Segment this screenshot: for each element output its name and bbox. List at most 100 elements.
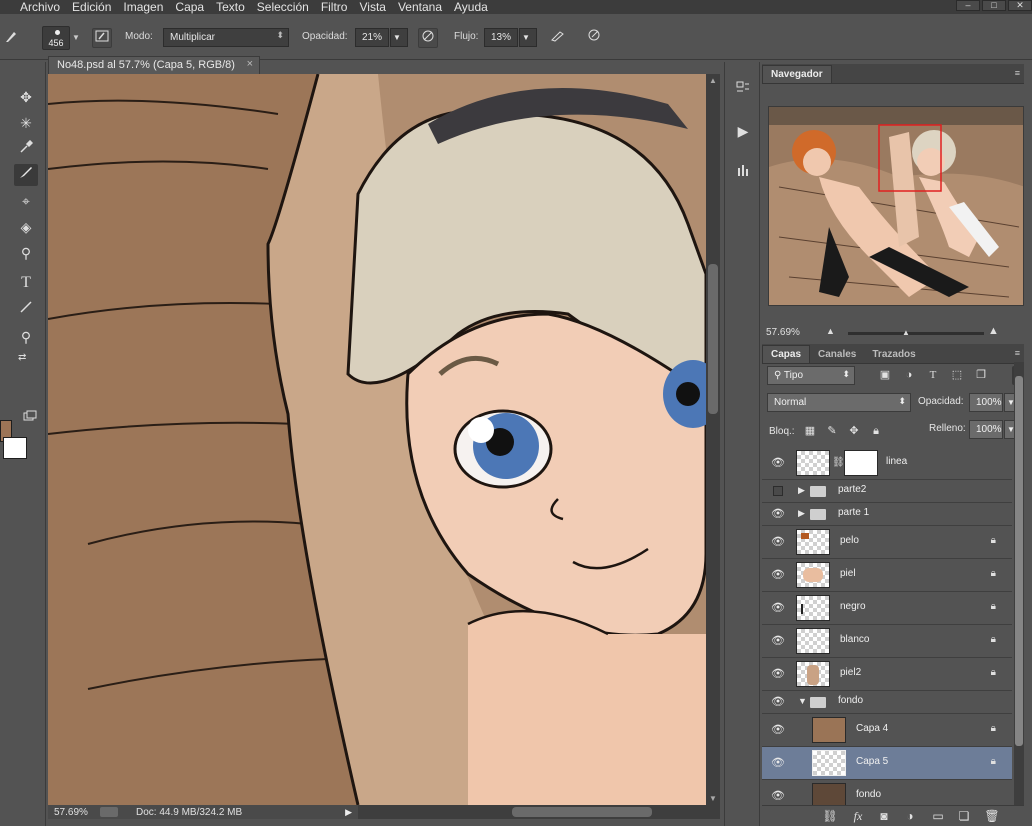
slider-knob[interactable]: ▲ — [902, 328, 910, 337]
zoom-in-icon[interactable]: ▲ — [988, 325, 999, 337]
layer-row[interactable]: 👁︎ piel2 🔒︎ — [762, 658, 1012, 691]
panel-menu-icon[interactable]: ≡ — [1015, 68, 1020, 78]
tool-presets-icon[interactable] — [731, 162, 755, 184]
chevron-right-icon[interactable]: ▶ — [798, 508, 805, 519]
layer-name[interactable]: Capa 5 — [856, 756, 888, 767]
clone-stamp-icon[interactable]: ⌖ — [14, 190, 38, 212]
adjustment-icon[interactable]: ◑ — [902, 808, 918, 824]
layer-row[interactable]: 👁︎ piel 🔒︎ — [762, 559, 1012, 592]
tab-trazados[interactable]: Trazados — [864, 346, 923, 363]
status-icon[interactable] — [100, 807, 118, 817]
line-icon[interactable] — [14, 298, 38, 320]
panel-menu-icon[interactable]: ≡ — [1015, 348, 1020, 358]
background-color-swatch[interactable] — [3, 437, 27, 459]
scroll-thumb[interactable] — [708, 264, 718, 414]
scroll-thumb[interactable] — [1015, 376, 1023, 746]
minimize-icon[interactable]: – — [956, 0, 980, 11]
layer-name[interactable]: pelo — [840, 535, 859, 546]
eyedropper-icon[interactable] — [14, 138, 38, 160]
layer-row[interactable]: 👁︎ blanco 🔒︎ — [762, 625, 1012, 658]
layer-name[interactable]: parte 1 — [838, 507, 869, 518]
tab-navegador[interactable]: Navegador — [762, 65, 832, 83]
flow-dropdown[interactable]: ▼ — [519, 28, 537, 47]
eye-icon[interactable]: 👁︎ — [770, 723, 786, 737]
opacity-input[interactable]: 21% — [355, 28, 389, 47]
mode-select[interactable]: Multiplicar ⬍ — [163, 28, 289, 47]
history-icon[interactable] — [731, 80, 755, 102]
layer-row-selected[interactable]: 👁︎ Capa 5 🔒︎ — [762, 747, 1012, 780]
navigator-preview[interactable] — [768, 106, 1024, 306]
opacity-dropdown[interactable]: ▼ — [390, 28, 408, 47]
flow-input[interactable]: 13% — [484, 28, 518, 47]
eye-icon[interactable]: 👁︎ — [770, 535, 786, 549]
eye-icon[interactable]: 👁︎ — [770, 568, 786, 582]
lock-all-icon[interactable]: 🔒︎ — [868, 423, 884, 439]
zoom-out-icon[interactable]: ▲ — [826, 326, 835, 336]
eye-icon[interactable]: 👁︎ — [770, 634, 786, 648]
layer-name[interactable]: linea — [886, 456, 907, 467]
zoom-icon[interactable]: ⚲ — [14, 242, 38, 264]
canvas-horizontal-scrollbar[interactable] — [358, 805, 720, 819]
new-layer-icon[interactable]: ❏ — [956, 808, 972, 824]
document-canvas[interactable] — [48, 74, 706, 805]
document-tab[interactable]: No48.psd al 57.7% (Capa 5, RGB/8) × — [48, 56, 260, 74]
eye-icon[interactable]: 👁︎ — [770, 695, 786, 709]
tab-capas[interactable]: Capas — [762, 345, 811, 363]
layer-name[interactable]: parte2 — [838, 484, 866, 495]
magic-wand-icon[interactable]: ✳ — [14, 112, 38, 134]
eye-icon[interactable]: 👁︎ — [770, 789, 786, 803]
lock-transparency-icon[interactable]: ▦ — [802, 423, 818, 439]
brush-tool-preset-icon[interactable] — [2, 28, 22, 48]
maximize-icon[interactable]: □ — [982, 0, 1006, 11]
menu-seleccion[interactable]: Selección — [251, 0, 315, 14]
menu-filtro[interactable]: Filtro — [315, 0, 354, 14]
brush-preset-arrow-icon[interactable]: ▼ — [72, 33, 80, 42]
filter-pixel-icon[interactable]: ▣ — [877, 367, 893, 383]
close-icon[interactable]: × — [247, 58, 253, 70]
move-icon[interactable]: ✥ — [14, 86, 38, 108]
filter-type-icon[interactable]: T — [925, 367, 941, 383]
menu-edicion[interactable]: Edición — [66, 0, 117, 14]
layer-name[interactable]: negro — [840, 601, 866, 612]
pressure-opacity-icon[interactable] — [418, 28, 438, 48]
canvas-vertical-scrollbar[interactable]: ▲ ▼ — [706, 74, 720, 805]
eye-icon[interactable]: 👁︎ — [770, 507, 786, 521]
status-zoom[interactable]: 57.69% — [48, 807, 100, 818]
navigator-zoom-slider[interactable] — [848, 332, 984, 335]
layers-scrollbar[interactable] — [1014, 362, 1024, 806]
menu-imagen[interactable]: Imagen — [117, 0, 169, 14]
swap-colors-icon[interactable]: ⇄ — [18, 352, 26, 363]
actions-play-icon[interactable]: ▶ — [731, 120, 755, 142]
chain-link-icon[interactable]: ⛓︎ — [832, 457, 845, 468]
layer-row[interactable]: 👁︎ Capa 4 🔒︎ — [762, 714, 1012, 747]
filter-adjustment-icon[interactable]: ◑ — [901, 367, 917, 383]
chevron-right-icon[interactable]: ▶ — [798, 485, 805, 496]
link-icon[interactable]: ⛓︎ — [822, 808, 838, 824]
scroll-down-icon[interactable]: ▼ — [706, 794, 720, 803]
brush-panel-toggle-icon[interactable] — [92, 28, 112, 48]
close-icon[interactable]: ✕ — [1008, 0, 1032, 11]
menu-vista[interactable]: Vista — [353, 0, 391, 14]
airbrush-icon[interactable] — [548, 28, 568, 48]
menu-ventana[interactable]: Ventana — [392, 0, 448, 14]
layer-row[interactable]: 👁︎ fondo — [762, 780, 1012, 805]
scroll-thumb[interactable] — [512, 807, 652, 817]
eye-icon[interactable]: 👁︎ — [770, 756, 786, 770]
layer-name[interactable]: piel2 — [840, 667, 861, 678]
brush-preset-picker[interactable]: 456 — [42, 26, 70, 50]
scroll-up-icon[interactable]: ▲ — [706, 76, 720, 85]
layer-opacity-input[interactable]: 100% — [969, 393, 1003, 412]
layer-row[interactable]: 👁︎ ⛓︎ linea — [762, 447, 1012, 480]
layer-row[interactable]: 👁︎ pelo 🔒︎ — [762, 526, 1012, 559]
brush-icon[interactable] — [14, 164, 38, 186]
paint-bucket-icon[interactable]: ◈ — [14, 216, 38, 238]
menu-archivo[interactable]: Archivo — [0, 0, 66, 14]
layer-name[interactable]: Capa 4 — [856, 723, 888, 734]
menu-capa[interactable]: Capa — [169, 0, 210, 14]
zoom-icon[interactable]: ⚲ — [14, 326, 38, 348]
layer-name[interactable]: fondo — [838, 695, 863, 706]
folder-icon[interactable]: ▭ — [930, 808, 946, 824]
eye-icon[interactable]: 👁︎ — [770, 667, 786, 681]
layer-row[interactable]: 👁︎ negro 🔒︎ — [762, 592, 1012, 625]
tab-canales[interactable]: Canales — [810, 346, 864, 363]
